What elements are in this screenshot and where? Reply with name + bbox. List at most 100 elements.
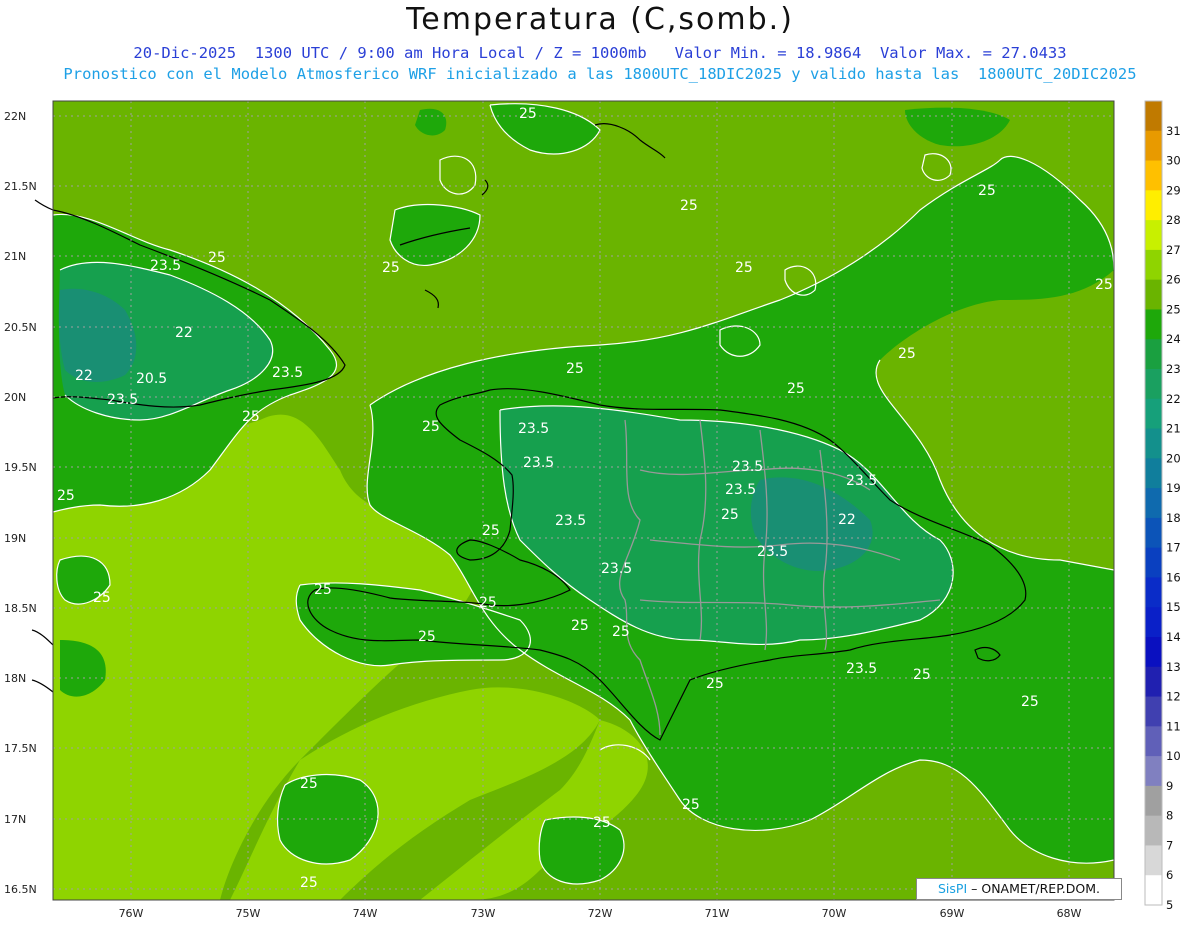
lon-tick-label: 68W xyxy=(1057,907,1082,920)
colorbar-swatch xyxy=(1145,726,1162,757)
colorbar-swatch xyxy=(1145,696,1162,727)
lat-tick-label: 17.5N xyxy=(4,742,37,755)
contour-label: 25 xyxy=(735,260,753,276)
contour-label: 23.5 xyxy=(150,258,181,274)
lon-tick-label: 69W xyxy=(940,907,965,920)
contour-label: 25 xyxy=(593,815,611,831)
lon-tick-label: 76W xyxy=(119,907,144,920)
colorbar-label: 17 xyxy=(1166,541,1181,555)
contour-label: 25 xyxy=(571,618,589,634)
contour-label: 25 xyxy=(978,183,996,199)
lon-tick-label: 70W xyxy=(822,907,847,920)
colorbar-swatch xyxy=(1145,756,1162,787)
colorbar-swatch xyxy=(1145,666,1162,698)
lon-tick-label: 71W xyxy=(705,907,730,920)
contour-label: 25 xyxy=(208,250,226,266)
colorbar-swatch xyxy=(1145,249,1162,281)
colorbar-label: 29 xyxy=(1166,183,1181,197)
colorbar-swatch xyxy=(1145,130,1162,162)
contour-label: 23.5 xyxy=(725,482,756,498)
colorbar-label: 16 xyxy=(1166,570,1181,584)
color-scale-bar: 31 30 29 28 27 26 25 24 23 22 21 20 19 18 17 16 15 14 13 12… xyxy=(1144,100,1181,912)
contour-label: 22 xyxy=(175,325,193,341)
colorbar-label: 12 xyxy=(1166,690,1181,704)
contour-label: 25 xyxy=(787,381,805,397)
lat-tick-label: 19N xyxy=(4,532,26,545)
lat-tick-label: 21.5N xyxy=(4,180,37,193)
contour-label: 25 xyxy=(898,346,916,362)
lat-tick-label: 17N xyxy=(4,813,26,826)
lat-tick-label: 16.5N xyxy=(4,883,37,896)
contour-label: 25 xyxy=(382,260,400,276)
contour-label: 23.5 xyxy=(107,392,138,408)
contour-label: 23.5 xyxy=(846,661,877,677)
colorbar-label: 21 xyxy=(1166,422,1181,436)
lat-tick-label: 20N xyxy=(4,391,26,404)
colorbar-swatch xyxy=(1145,101,1162,132)
colorbar-swatch xyxy=(1145,398,1162,430)
contour-label: 25 xyxy=(479,595,497,611)
colorbar-label: 31 xyxy=(1166,124,1181,138)
contour-label: 25 xyxy=(706,676,724,692)
colorbar-swatch xyxy=(1145,785,1162,817)
colorbar-label: 14 xyxy=(1166,630,1181,644)
colorbar-label: 6 xyxy=(1166,868,1173,882)
colorbar-swatch xyxy=(1145,220,1162,251)
colorbar-swatch xyxy=(1145,279,1162,310)
contour-label: 25 xyxy=(682,797,700,813)
colorbar-label: 5 xyxy=(1166,898,1173,912)
credit-text: – ONAMET/REP.DOM. xyxy=(967,881,1100,896)
contour-label: 25 xyxy=(1095,277,1113,293)
contour-label: 25 xyxy=(300,776,318,792)
contour-label: 22 xyxy=(75,368,93,384)
colorbar-label: 8 xyxy=(1166,809,1173,823)
colorbar-label: 27 xyxy=(1166,243,1181,257)
colorbar-label: 9 xyxy=(1166,779,1173,793)
contour-label: 25 xyxy=(680,198,698,214)
lat-tick-label: 22N xyxy=(4,110,26,123)
colorbar-swatch xyxy=(1145,815,1162,846)
contour-label: 23.5 xyxy=(846,473,877,489)
lat-tick-label: 18N xyxy=(4,672,26,685)
contour-label: 25 xyxy=(482,523,500,539)
colorbar-label: 13 xyxy=(1166,660,1181,674)
colorbar-label: 23 xyxy=(1166,362,1181,376)
colorbar-swatch xyxy=(1145,875,1162,906)
colorbar-label: 20 xyxy=(1166,451,1181,465)
contour-label: 20.5 xyxy=(136,371,167,387)
colorbar-swatch xyxy=(1145,428,1162,459)
contour-label: 25 xyxy=(57,488,75,504)
lon-tick-label: 72W xyxy=(588,907,613,920)
contour-label: 22 xyxy=(838,512,856,528)
colorbar-label: 10 xyxy=(1166,749,1181,763)
colorbar-swatch xyxy=(1145,637,1162,668)
contour-label: 25 xyxy=(913,667,931,683)
colorbar-swatch xyxy=(1145,845,1162,876)
colorbar-swatch xyxy=(1145,309,1162,340)
lat-tick-label: 21N xyxy=(4,250,26,263)
contour-label: 23.5 xyxy=(757,544,788,560)
lat-tick-label: 20.5N xyxy=(4,321,37,334)
contour-label: 25 xyxy=(721,507,739,523)
colorbar-swatch xyxy=(1145,339,1162,370)
colorbar-swatch xyxy=(1145,607,1162,638)
contour-label: 23.5 xyxy=(272,365,303,381)
credit-box: SisPI – ONAMET/REP.DOM. xyxy=(916,878,1122,900)
lon-tick-label: 74W xyxy=(353,907,378,920)
colorbar-swatch xyxy=(1145,160,1162,191)
contour-label: 25 xyxy=(1021,694,1039,710)
contour-label: 25 xyxy=(300,875,318,891)
colorbar-label: 11 xyxy=(1166,719,1181,733)
sispi-logo: SisPI xyxy=(938,881,968,896)
colorbar-label: 15 xyxy=(1166,600,1181,614)
colorbar-swatch xyxy=(1145,488,1162,519)
colorbar-swatch xyxy=(1145,577,1162,608)
colorbar-label: 26 xyxy=(1166,273,1181,287)
temperature-map: 25 23.5 22 23.5 22 20.5 23.5 25 25 25 25… xyxy=(4,100,1181,920)
contour-label: 25 xyxy=(422,419,440,435)
lat-tick-label: 19.5N xyxy=(4,461,37,474)
contour-label: 23.5 xyxy=(523,455,554,471)
contour-label: 23.5 xyxy=(518,421,549,437)
longitude-ticks: 76W 75W 74W 73W 72W 71W 70W 69W 68W xyxy=(119,907,1082,920)
contour-label: 25 xyxy=(566,361,584,377)
